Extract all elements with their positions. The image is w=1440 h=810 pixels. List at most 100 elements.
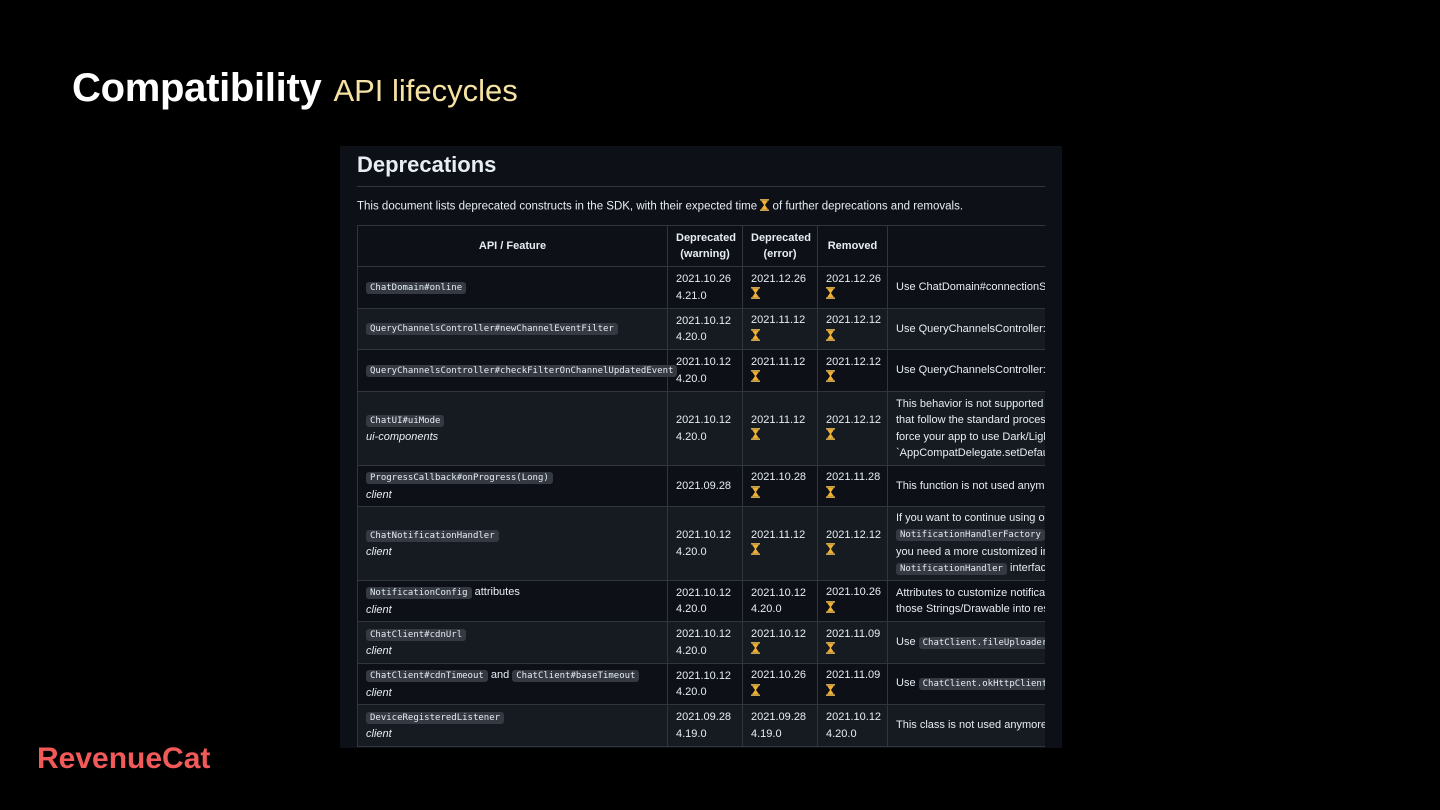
api-connector-text: attributes	[471, 586, 520, 598]
deprecated-warning-version: 4.21.0	[676, 289, 707, 302]
api-code: QueryChannelsController#checkFilterOnCha…	[366, 364, 678, 377]
intro-text-before: This document lists deprecated construct…	[357, 200, 758, 213]
deprecated-error-cell: 2021.11.12	[742, 349, 818, 392]
revenuecat-logo: RevenueCat	[37, 742, 211, 775]
deprecated-warning-version: 4.20.0	[676, 331, 707, 343]
removed-date: 2021.11.09	[826, 669, 881, 681]
api-code: ChatClient#cdnTimeout	[366, 670, 488, 682]
deprecated-error-cell: 2021.11.12	[742, 308, 818, 350]
table-row: QueryChannelsController#checkFilterOnCha…	[357, 349, 1045, 392]
deprecated-warning-version: 4.20.0	[676, 430, 707, 443]
note-line: Use QueryChannelsController::chatEventHa…	[896, 321, 1045, 338]
note-line: Use ChatClient.fileUploader()	[896, 634, 1045, 652]
deprecated-error-version: 4.19.0	[751, 727, 782, 740]
table-row: DeviceRegisteredListener client 2021.09.28…	[357, 704, 1045, 747]
hourglass-icon	[751, 485, 809, 504]
notes-cell: If you want to continue using our Notific…	[887, 506, 1045, 581]
note-line: NotificationHandlerFactory to	[896, 526, 1045, 544]
removed-date: 2021.12.26	[826, 272, 882, 285]
intro-text-after: of further deprecations and removals.	[772, 200, 964, 213]
removed-cell: 2021.12.12	[817, 391, 888, 466]
note-line: force your app to use Dark/Light mode	[896, 429, 1045, 446]
deprecated-error-cell: 2021.10.26	[742, 663, 818, 705]
api-feature-cell: ChatDomain#online	[357, 266, 668, 309]
doc-heading: Deprecations	[357, 152, 497, 177]
note-text: Use QueryChannelsController::chatEventHa…	[896, 322, 1045, 335]
notes-cell: Use ChatClient.fileUploader()	[887, 621, 1045, 664]
hourglass-icon	[826, 683, 879, 702]
deprecated-warning-date: 2021.10.12	[676, 669, 732, 682]
note-text: This behavior is not supported anymore	[896, 397, 1045, 410]
hourglass-icon	[751, 370, 809, 388]
note-code: NotificationHandlerFactory	[896, 529, 1045, 541]
hourglass-icon	[760, 199, 770, 214]
deprecated-warning-version: 4.20.0	[676, 644, 707, 657]
deprecated-error-cell: 2021.11.12	[742, 506, 818, 581]
api-feature-cell: QueryChannelsController#newChannelEventF…	[357, 308, 668, 350]
removed-date: 2021.12.12	[826, 528, 882, 541]
deprecated-warning-date: 2021.10.12	[676, 586, 732, 599]
deprecated-warning-cell: 2021.10.12 4.20.0	[667, 580, 743, 622]
table-row: ChatUI#uiMode ui-components 2021.10.12 4.20…	[357, 391, 1045, 466]
note-text: those Strings/Drawable into resources	[896, 603, 1045, 615]
deprecated-warning-cell: 2021.09.28 4.19.0	[667, 704, 743, 747]
deprecated-warning-cell: 2021.10.12 4.20.0	[667, 308, 743, 350]
removed-date: 2021.11.28	[826, 471, 881, 483]
removed-cell: 2021.11.09	[817, 621, 888, 664]
deprecated-warning-date: 2021.09.28	[676, 479, 732, 492]
note-code: NotificationHandler	[896, 563, 1007, 575]
deprecated-warning-cell: 2021.10.12 4.20.0	[667, 349, 743, 392]
deprecated-error-cell: 2021.10.12 4.20.0	[742, 580, 818, 622]
api-feature-cell: QueryChannelsController#checkFilterOnCha…	[357, 349, 678, 392]
note-line: This behavior is not supported anymore	[896, 396, 1045, 413]
table-row: ProgressCallback#onProgress(Long) client 2…	[357, 465, 1045, 507]
deprecated-warning-cell: 2021.10.26 4.21.0	[667, 266, 743, 309]
api-feature-cell: ChatNotificationHandler client	[357, 506, 668, 581]
deprecated-warning-date: 2021.10.12	[676, 356, 732, 368]
header-deprecated-error: Deprecated (error)	[742, 225, 818, 267]
deprecated-warning-cell: 2021.10.12 4.20.0	[667, 663, 743, 705]
header-line: (error)	[763, 248, 797, 260]
hourglass-icon	[826, 642, 879, 660]
api-name-line: ChatNotificationHandler	[366, 527, 659, 545]
note-line: those Strings/Drawable into resources	[896, 601, 1045, 618]
removed-cell: 2021.12.12	[817, 349, 888, 392]
api-feature-cell: NotificationConfig attributes client	[357, 580, 668, 622]
note-text: Use QueryChannelsController::chatEventHa…	[896, 364, 1045, 377]
api-name-line: ProgressCallback#onProgress(Long)	[366, 469, 659, 487]
notes-cell: Attributes to customize notifications tho…	[887, 580, 1045, 622]
api-feature-cell: ChatClient#cdnTimeout and ChatClient#bas…	[357, 663, 668, 705]
notes-cell: Use QueryChannelsController::chatEventHa…	[887, 349, 1045, 392]
deprecated-error-date: 2021.11.12	[751, 355, 806, 368]
note-line: This function is not used anymore	[896, 478, 1045, 495]
removed-cell: 2021.12.26	[817, 266, 888, 309]
header-notes	[887, 225, 1045, 267]
api-name-line: ChatClient#cdnTimeout and ChatClient#bas…	[366, 667, 659, 685]
hourglass-icon	[751, 287, 809, 305]
note-text: Attributes to customize notifications	[896, 586, 1045, 599]
deprecated-warning-cell: 2021.10.12 4.20.0	[667, 621, 743, 664]
note-line: Use QueryChannelsController::chatEventHa…	[896, 362, 1045, 379]
hourglass-icon	[826, 485, 879, 504]
deprecated-error-cell: 2021.12.26	[742, 266, 818, 309]
deprecations-screenshot: Deprecations This document lists depreca…	[340, 146, 1062, 748]
slide-title: Compatibility API lifecycles	[72, 66, 518, 111]
note-line: Use ChatDomain#connectionStateChanged	[896, 279, 1045, 296]
note-line: If you want to continue using our	[896, 510, 1045, 527]
hourglass-icon	[826, 287, 879, 305]
deprecated-error-version: 4.20.0	[751, 603, 782, 615]
deprecated-warning-date: 2021.10.12	[676, 529, 732, 541]
header-removed: Removed	[817, 225, 888, 267]
deprecated-error-cell: 2021.11.12	[742, 391, 818, 466]
note-text: `AppCompatDelegate.setDefaultNightMode`	[896, 447, 1045, 459]
api-name-line: ChatUI#uiMode	[366, 412, 659, 430]
note-text: This function is not used anymore	[896, 479, 1045, 492]
note-line: `AppCompatDelegate.setDefaultNightMode`	[896, 445, 1045, 462]
deprecations-table: API / Feature Deprecated (warning) Depre…	[357, 225, 1045, 747]
note-line: Attributes to customize notifications	[896, 585, 1045, 602]
table-row: NotificationConfig attributes client 2021.…	[357, 580, 1045, 622]
note-text: Use	[896, 635, 919, 648]
deprecated-error-date: 2021.11.12	[751, 413, 806, 426]
api-module: client	[366, 686, 392, 699]
note-text: you need a more customized implementatio…	[896, 545, 1045, 558]
